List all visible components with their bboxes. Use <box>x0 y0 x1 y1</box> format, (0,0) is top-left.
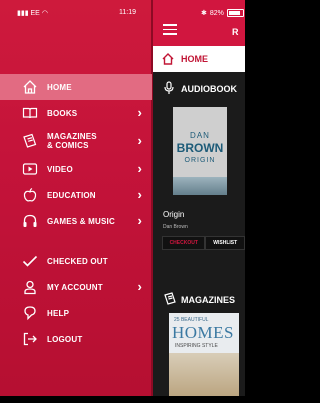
logout-icon <box>22 331 38 347</box>
book-actions: CHECKOUT WISHLIST <box>162 236 245 250</box>
wifi-icon: ◠ <box>41 10 48 17</box>
magazines-section-title[interactable]: MAGAZINES <box>153 287 245 311</box>
wishlist-button[interactable]: WISHLIST <box>205 236 245 250</box>
chevron-right-icon: › <box>137 105 142 120</box>
carrier-name: EE <box>30 10 40 17</box>
menu-item-logout[interactable]: LOGOUT <box>0 326 152 352</box>
checkout-button[interactable]: CHECKOUT <box>162 236 206 250</box>
book-title[interactable]: Origin <box>163 210 184 219</box>
menu-item-games-music[interactable]: GAMES & MUSIC › <box>0 208 152 234</box>
clock: 11:19 <box>119 9 136 16</box>
headphones-icon <box>22 213 38 229</box>
menu-item-magazines[interactable]: MAGAZINES & COMICS › <box>0 126 152 156</box>
chevron-right-icon: › <box>137 279 142 294</box>
book-cover[interactable]: DAN BROWN ORIGIN <box>173 107 227 195</box>
checkmark-icon <box>22 253 38 269</box>
menu-item-label: BOOKS <box>47 108 78 118</box>
home-icon <box>22 79 38 95</box>
main-panel: R HOME AUDIOBOOK DAN BROWN ORIGIN Origin… <box>153 0 245 403</box>
navigation-drawer: HOME BOOKS › MAGAZINES & COMICS › VIDEO … <box>0 0 153 403</box>
magazine-icon <box>163 292 177 308</box>
video-icon <box>22 161 38 177</box>
menu-spacer <box>0 234 152 248</box>
audiobooks-section-title[interactable]: AUDIOBOOK <box>153 76 245 100</box>
help-icon <box>22 305 38 321</box>
magazine-cover[interactable]: 25 BEAUTIFUL HOMES INSPIRING STYLE <box>169 313 239 403</box>
app-screen: R HOME AUDIOBOOK DAN BROWN ORIGIN Origin… <box>0 0 245 403</box>
cover-text: ORIGIN <box>184 157 216 164</box>
bluetooth-icon: ✱ <box>201 10 207 17</box>
battery-icon <box>226 9 244 17</box>
chevron-right-icon: › <box>137 187 142 202</box>
cover-text: BROWN <box>176 141 224 155</box>
battery-percentage: 82% <box>209 9 224 17</box>
magazine-icon <box>22 133 38 149</box>
drawer-menu: HOME BOOKS › MAGAZINES & COMICS › VIDEO … <box>0 74 152 352</box>
hamburger-menu-icon[interactable] <box>163 24 177 38</box>
menu-item-label: MY ACCOUNT <box>47 282 103 292</box>
chevron-right-icon: › <box>137 213 142 228</box>
cover-text: HOMES <box>172 323 235 342</box>
menu-item-help[interactable]: HELP <box>0 300 152 326</box>
menu-item-label: HOME <box>47 82 72 92</box>
menu-item-label: CHECKED OUT <box>47 256 108 266</box>
screen-bottom-edge <box>0 396 245 403</box>
menu-item-label: VIDEO <box>47 164 73 174</box>
menu-item-label: GAMES & MUSIC <box>47 216 115 226</box>
menu-item-label: HELP <box>47 308 70 318</box>
menu-item-books[interactable]: BOOKS › <box>0 100 152 126</box>
menu-item-label-line: MAGAZINES <box>47 132 97 141</box>
menu-item-checked-out[interactable]: CHECKED OUT <box>0 248 152 274</box>
menu-item-education[interactable]: EDUCATION › <box>0 182 152 208</box>
cover-art <box>173 177 227 195</box>
home-icon <box>161 52 175 71</box>
menu-item-home[interactable]: HOME <box>0 74 152 100</box>
user-icon <box>22 279 38 295</box>
chevron-right-icon: › <box>137 161 142 176</box>
book-author: Dan Brown <box>163 224 188 230</box>
menu-item-label: MAGAZINES & COMICS <box>47 132 97 150</box>
carrier-signal: ▮▮▮ EE ◠ <box>17 9 48 17</box>
menu-item-my-account[interactable]: MY ACCOUNT › <box>0 274 152 300</box>
app-title: R <box>232 27 239 37</box>
battery-status: ✱ 82% <box>201 9 244 17</box>
menu-item-label-line: & COMICS <box>47 141 89 150</box>
menu-item-label: EDUCATION <box>47 190 96 200</box>
cover-text: DAN <box>190 131 210 140</box>
apple-icon <box>22 187 38 203</box>
status-bar: ▮▮▮ EE ◠ 11:19 ✱ 82% <box>0 0 245 24</box>
home-tab-label: HOME <box>181 54 208 64</box>
home-tab[interactable]: HOME <box>153 46 245 72</box>
microphone-icon <box>163 81 175 97</box>
menu-item-video[interactable]: VIDEO › <box>0 156 152 182</box>
menu-item-label: LOGOUT <box>47 334 83 344</box>
book-icon <box>22 105 38 121</box>
signal-icon: ▮▮▮ <box>17 10 29 17</box>
cover-text: INSPIRING STYLE <box>175 343 218 349</box>
chevron-right-icon: › <box>137 133 142 148</box>
